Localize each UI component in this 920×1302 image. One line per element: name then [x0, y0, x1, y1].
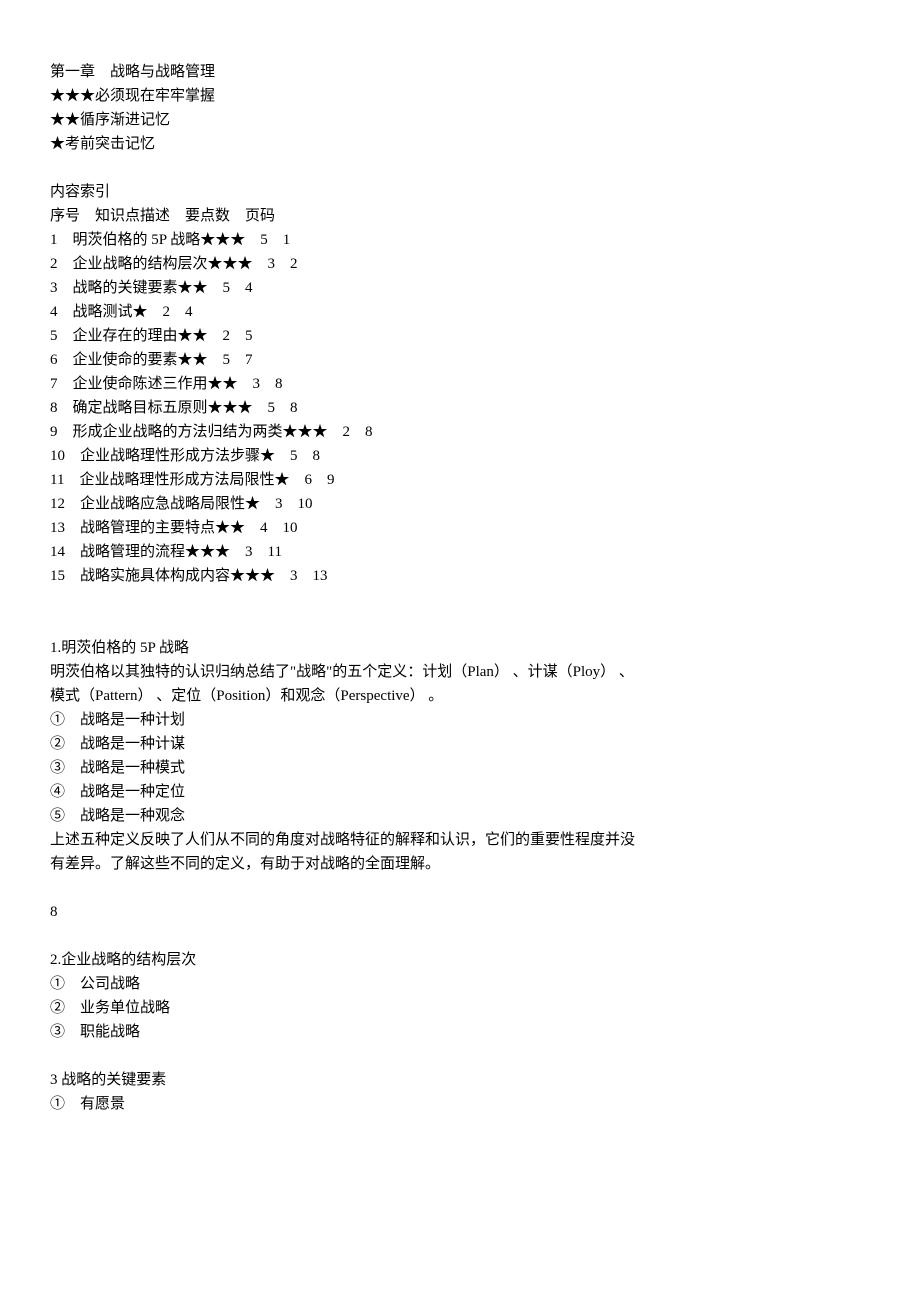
page-number: 8 [50, 900, 870, 924]
index-row: 13 战略管理的主要特点★★ 4 10 [50, 516, 870, 540]
index-row: 5 企业存在的理由★★ 2 5 [50, 324, 870, 348]
section1-item: ④ 战略是一种定位 [50, 780, 870, 804]
section2-title: 2.企业战略的结构层次 [50, 948, 870, 972]
section1-intro-line2: 模式（Pattern） 、定位（Position）和观念（Perspective… [50, 684, 870, 708]
index-row: 1 明茨伯格的 5P 战略★★★ 5 1 [50, 228, 870, 252]
index-row: 8 确定战略目标五原则★★★ 5 8 [50, 396, 870, 420]
index-row: 12 企业战略应急战略局限性★ 3 10 [50, 492, 870, 516]
index-row: 2 企业战略的结构层次★★★ 3 2 [50, 252, 870, 276]
section3-item: ① 有愿景 [50, 1092, 870, 1116]
index-row: 6 企业使命的要素★★ 5 7 [50, 348, 870, 372]
index-row: 3 战略的关键要素★★ 5 4 [50, 276, 870, 300]
legend-2star: ★★循序渐进记忆 [50, 108, 870, 132]
section1-item: ⑤ 战略是一种观念 [50, 804, 870, 828]
section2-item: ① 公司战略 [50, 972, 870, 996]
section1-conclusion-line1: 上述五种定义反映了人们从不同的角度对战略特征的解释和认识，它们的重要性程度并没 [50, 828, 870, 852]
section3-title: 3 战略的关键要素 [50, 1068, 870, 1092]
index-row: 14 战略管理的流程★★★ 3 11 [50, 540, 870, 564]
chapter-title: 第一章 战略与战略管理 [50, 60, 870, 84]
section1-item: ③ 战略是一种模式 [50, 756, 870, 780]
legend-3star: ★★★必须现在牢牢掌握 [50, 84, 870, 108]
index-row: 10 企业战略理性形成方法步骤★ 5 8 [50, 444, 870, 468]
section1-title: 1.明茨伯格的 5P 战略 [50, 636, 870, 660]
section1-intro-line1: 明茨伯格以其独特的认识归纳总结了"战略"的五个定义：计划（Plan） 、计谋（P… [50, 660, 870, 684]
section1-item: ② 战略是一种计谋 [50, 732, 870, 756]
index-row: 4 战略测试★ 2 4 [50, 300, 870, 324]
index-row: 15 战略实施具体构成内容★★★ 3 13 [50, 564, 870, 588]
section2-item: ③ 职能战略 [50, 1020, 870, 1044]
index-row: 9 形成企业战略的方法归结为两类★★★ 2 8 [50, 420, 870, 444]
section1-conclusion-line2: 有差异。了解这些不同的定义，有助于对战略的全面理解。 [50, 852, 870, 876]
legend-1star: ★考前突击记忆 [50, 132, 870, 156]
index-row: 7 企业使命陈述三作用★★ 3 8 [50, 372, 870, 396]
index-list: 1 明茨伯格的 5P 战略★★★ 5 12 企业战略的结构层次★★★ 3 23 … [50, 228, 870, 588]
index-title: 内容索引 [50, 180, 870, 204]
section2-item: ② 业务单位战略 [50, 996, 870, 1020]
section1-item: ① 战略是一种计划 [50, 708, 870, 732]
index-row: 11 企业战略理性形成方法局限性★ 6 9 [50, 468, 870, 492]
index-header: 序号 知识点描述 要点数 页码 [50, 204, 870, 228]
